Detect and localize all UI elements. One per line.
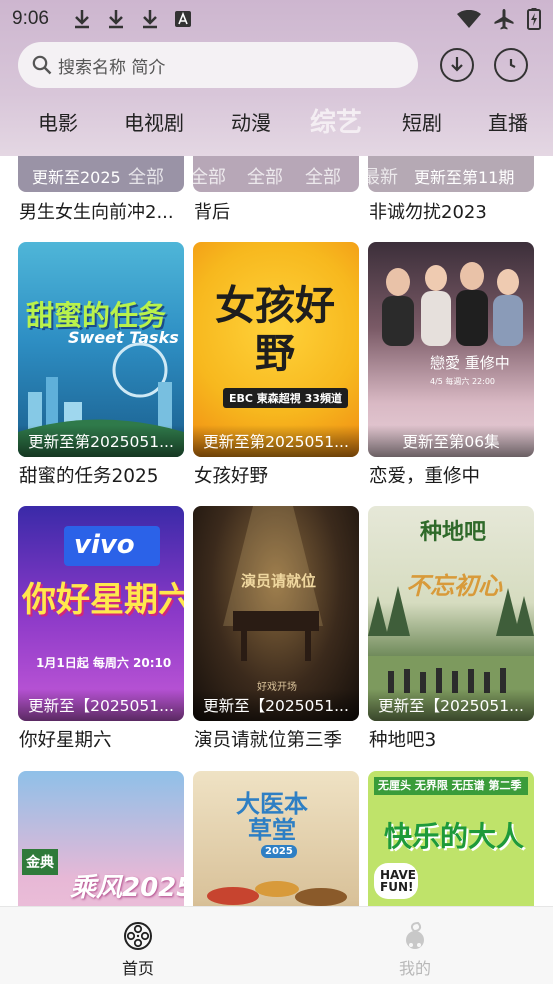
download-manager-button[interactable] (440, 48, 474, 82)
profile-icon (406, 921, 424, 949)
card-title[interactable]: 男生女生向前冲2... (19, 198, 174, 224)
poster-title: 乘风2025 (70, 873, 184, 903)
status-bar: 9:06 (0, 0, 553, 38)
nav-home[interactable]: 首页 (98, 921, 178, 979)
card-badge: 更新至【2025051... (368, 689, 534, 721)
history-icon (509, 59, 516, 68)
battery-charging-icon (527, 8, 541, 30)
search-input[interactable]: 搜索名称 简介 (18, 42, 418, 88)
status-time: 9:06 (12, 8, 49, 29)
card-title[interactable]: 演员请就位第三季 (194, 726, 342, 752)
card-title[interactable]: 恋爱，重修中 (369, 462, 480, 488)
film-reel-icon (124, 922, 152, 950)
download-icon (451, 57, 463, 72)
search-row: 搜索名称 简介 (18, 42, 538, 88)
tab-anime[interactable]: 动漫 (231, 107, 271, 136)
poster-title: 你好星期六 (22, 580, 184, 620)
poster-title: 女孩好野 (215, 283, 335, 377)
nav-profile[interactable]: 我的 (375, 921, 455, 979)
poster-badge: HAVE FUN! (374, 863, 418, 899)
poster-sponsor: vivo (74, 530, 135, 560)
nav-profile-label: 我的 (398, 959, 431, 978)
bottom-navigation: 首页 我的 (0, 906, 553, 984)
filter-option[interactable]: 全部 (247, 163, 283, 189)
show-card[interactable]: 女孩好野 EBC 東森超視 33頻道 更新至第2025051... (193, 242, 359, 457)
filter-option-latest[interactable]: 最新 (362, 163, 398, 189)
tab-short-drama[interactable]: 短剧 (402, 107, 442, 136)
card-title[interactable]: 女孩好野 (194, 462, 268, 488)
airplane-mode-icon (494, 9, 514, 30)
tab-variety[interactable]: 综艺 (310, 102, 362, 139)
download-icon (108, 10, 123, 29)
card-badge: 更新至【2025051... (193, 689, 359, 721)
filter-option[interactable]: 全部 (190, 163, 226, 189)
show-card[interactable]: 甜蜜的任务 Sweet Tasks 更新至第2025051... (18, 242, 184, 457)
poster-tagline: 无厘头 无界限 无压谱 第二季 (374, 777, 528, 795)
poster-schedule: 1月1日起 每周六 20:10 (36, 656, 172, 670)
tab-live[interactable]: 直播 (488, 107, 528, 136)
poster-subtitle: 4/5 每週六 22:00 (430, 377, 496, 386)
search-icon (32, 55, 52, 75)
poster-subtitle: Sweet Tasks (68, 328, 179, 347)
card-title[interactable]: 甜蜜的任务2025 (19, 462, 159, 488)
download-icon (74, 10, 89, 29)
show-card[interactable]: 种地吧 不忘初心 更新至【2025051... (368, 506, 534, 721)
poster-brand: 金典 (22, 849, 58, 875)
download-icon (142, 10, 157, 29)
card-badge: 更新至第2025051... (18, 425, 184, 457)
tab-movie[interactable]: 电影 (38, 107, 78, 136)
nav-home-label: 首页 (121, 959, 154, 978)
show-card[interactable]: 戀愛 重修中 4/5 每週六 22:00 更新至第06集 (368, 242, 534, 457)
card-badge: 更新至2025 (32, 168, 121, 187)
filter-option[interactable]: 全部 (128, 163, 164, 189)
card-badge: 更新至第06集 (368, 425, 534, 457)
show-card[interactable]: vivo 你好星期六 1月1日起 每周六 20:10 更新至【2025051..… (18, 506, 184, 721)
wifi-icon (457, 10, 481, 28)
poster-title: 快乐的大人 (384, 820, 525, 853)
card-badge: 更新至第11期 (414, 168, 515, 187)
card-title[interactable]: 背后 (194, 198, 230, 224)
poster-title: 种地吧 (420, 520, 487, 545)
history-button[interactable] (494, 48, 528, 82)
card-title[interactable]: 非诚勿扰2023 (369, 198, 487, 224)
poster-subtitle: EBC 東森超視 33頻道 (223, 388, 348, 408)
tab-tv-series[interactable]: 电视剧 (124, 107, 184, 136)
card-badge: 更新至【2025051... (18, 689, 184, 721)
category-tabs: 电影 电视剧 动漫 综艺 短剧 直播 (0, 96, 553, 144)
poster-subtitle: 不忘初心 (406, 572, 502, 600)
show-card[interactable]: 演员请就位 好戏开场 更新至【2025051... (193, 506, 359, 721)
card-title[interactable]: 种地吧3 (369, 726, 436, 752)
card-title[interactable]: 你好星期六 (19, 726, 112, 752)
search-placeholder: 搜索名称 简介 (58, 57, 166, 78)
filter-option[interactable]: 全部 (305, 163, 341, 189)
notification-a-icon (174, 11, 191, 27)
card-badge: 更新至第2025051... (193, 425, 359, 457)
poster-title: 演员请就位 (241, 572, 317, 590)
filter-strip: 更新至2025 全部 全部 全部 全部 最新 更新至第11期 (0, 156, 553, 196)
poster-title: 戀愛 重修中 (430, 354, 510, 372)
